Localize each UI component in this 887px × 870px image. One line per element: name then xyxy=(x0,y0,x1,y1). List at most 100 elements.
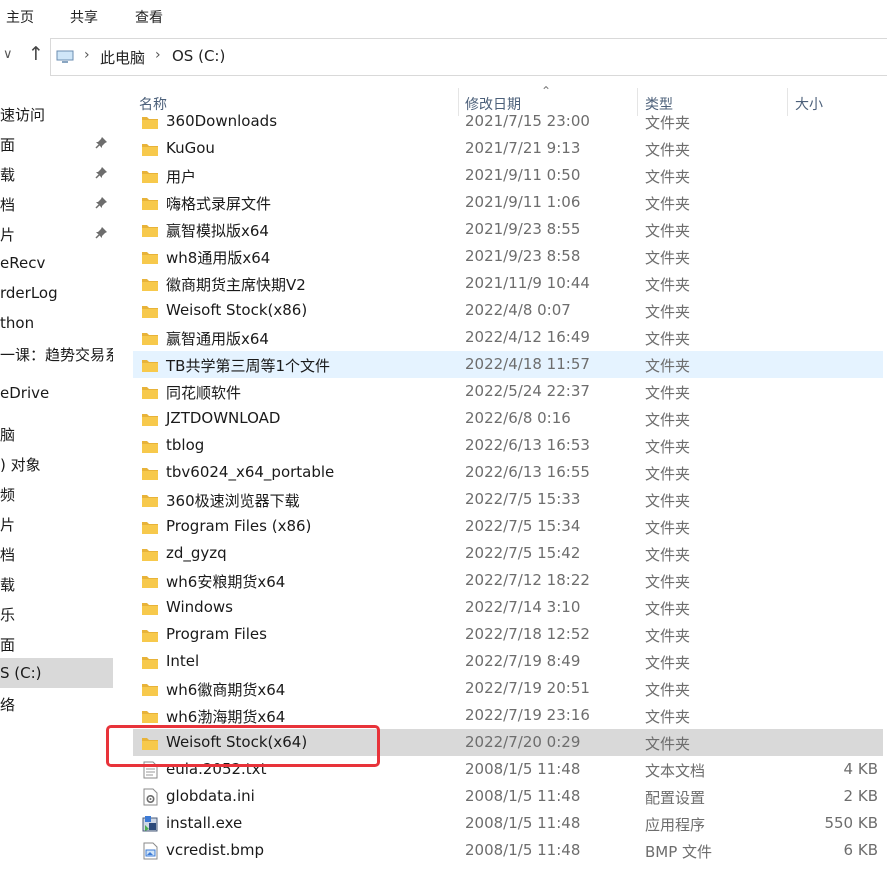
file-row[interactable]: Program Files 2022/7/18 12:52 文件夹 xyxy=(133,621,883,648)
sidebar-item[interactable]: 档 xyxy=(0,538,113,568)
folder-icon xyxy=(142,522,158,534)
breadcrumb-drive[interactable]: OS (C:) xyxy=(172,47,225,65)
sidebar-item[interactable]: 乐 xyxy=(0,598,113,628)
file-name: Program Files (x86) xyxy=(166,517,312,535)
file-type: 文件夹 xyxy=(645,735,691,753)
file-type: 文件夹 xyxy=(645,222,691,240)
sidebar-item[interactable]: 档 xyxy=(0,188,113,218)
file-size: 6 KB xyxy=(843,841,878,859)
sidebar-item[interactable]: 片 xyxy=(0,218,113,248)
file-row[interactable]: 用户 2021/9/11 0:50 文件夹 xyxy=(133,162,883,189)
folder-icon xyxy=(142,576,158,588)
file-row[interactable]: TB共学第三周等1个文件 2022/4/18 11:57 文件夹 xyxy=(133,351,883,378)
sidebar-item[interactable]: eDrive xyxy=(0,378,113,408)
file-row[interactable]: 赢智通用版x64 2022/4/12 16:49 文件夹 xyxy=(133,324,883,351)
file-date: 2022/6/8 0:16 xyxy=(465,409,571,427)
file-date: 2008/1/5 11:48 xyxy=(465,841,581,859)
chevron-right-icon[interactable]: › xyxy=(155,47,161,63)
file-name: wh8通用版x64 xyxy=(166,249,271,267)
file-name: install.exe xyxy=(166,814,243,832)
sidebar-item-label: 速访问 xyxy=(0,106,46,124)
file-type: 文件夹 xyxy=(645,546,691,564)
file-row[interactable]: eula.2052.txt 2008/1/5 11:48 文本文档 4 KB xyxy=(133,756,883,783)
file-row[interactable]: Weisoft Stock(x86) 2022/4/8 0:07 文件夹 xyxy=(133,297,883,324)
file-row[interactable]: wh8通用版x64 2021/9/23 8:58 文件夹 xyxy=(133,243,883,270)
file-row[interactable]: globdata.ini 2008/1/5 11:48 配置设置 2 KB xyxy=(133,783,883,810)
ribbon-tabs: 主页 共享 查看 xyxy=(0,0,887,32)
file-row[interactable]: 嗨格式录屏文件 2021/9/11 1:06 文件夹 xyxy=(133,189,883,216)
file-date: 2022/5/24 22:37 xyxy=(465,382,590,400)
file-type: 文件夹 xyxy=(645,303,691,321)
file-type: 文件夹 xyxy=(645,249,691,267)
recent-locations-chevron-down-icon[interactable]: ∨ xyxy=(3,47,13,62)
sidebar-item[interactable]: 面 xyxy=(0,628,113,658)
sidebar-item[interactable]: 一课：趋势交易系 xyxy=(0,338,113,368)
file-row[interactable]: 360极速浏览器下载 2022/7/5 15:33 文件夹 xyxy=(133,486,883,513)
file-row[interactable]: 同花顺软件 2022/5/24 22:37 文件夹 xyxy=(133,378,883,405)
sidebar-item[interactable]: eRecv xyxy=(0,248,113,278)
file-row[interactable]: tblog 2022/6/13 16:53 文件夹 xyxy=(133,432,883,459)
sidebar-item-label: 载 xyxy=(0,166,16,184)
sidebar-item[interactable]: 面 xyxy=(0,128,113,158)
sidebar-item[interactable]: 片 xyxy=(0,508,113,538)
file-row[interactable]: KuGou 2021/7/21 9:13 文件夹 xyxy=(133,135,883,162)
tab-share[interactable]: 共享 xyxy=(70,7,98,27)
file-row[interactable]: wh6渤海期货x64 2022/7/19 23:16 文件夹 xyxy=(133,702,883,729)
sidebar-item[interactable]: rderLog xyxy=(0,278,113,308)
up-arrow-icon[interactable]: ↑ xyxy=(28,43,44,65)
tab-home[interactable]: 主页 xyxy=(6,7,34,27)
sidebar-item[interactable]: S (C:) xyxy=(0,658,113,688)
file-row[interactable]: Windows 2022/7/14 3:10 文件夹 xyxy=(133,594,883,621)
file-date: 2008/1/5 11:48 xyxy=(465,814,581,832)
file-date: 2021/7/15 23:00 xyxy=(465,112,590,130)
sidebar-item-label: 片 xyxy=(0,226,16,244)
file-row[interactable]: vcredist.bmp 2008/1/5 11:48 BMP 文件 6 KB xyxy=(133,837,883,864)
file-name: globdata.ini xyxy=(166,787,255,805)
file-row[interactable]: 徽商期货主席快期V2 2021/11/9 10:44 文件夹 xyxy=(133,270,883,297)
folder-icon xyxy=(142,171,158,183)
file-row[interactable]: 赢智模拟版x64 2021/9/23 8:55 文件夹 xyxy=(133,216,883,243)
sidebar-item-label: 面 xyxy=(0,136,16,154)
sidebar-item[interactable]: 载 xyxy=(0,158,113,188)
sidebar-item[interactable]: 脑 xyxy=(0,418,113,448)
file-name: 同花顺软件 xyxy=(166,384,242,402)
file-row[interactable]: zd_gyzq 2022/7/5 15:42 文件夹 xyxy=(133,540,883,567)
file-row[interactable]: tbv6024_x64_portable 2022/6/13 16:55 文件夹 xyxy=(133,459,883,486)
file-row[interactable]: 360Downloads 2021/7/15 23:00 文件夹 xyxy=(133,108,883,135)
file-date: 2022/7/14 3:10 xyxy=(465,598,581,616)
folder-icon xyxy=(142,225,158,237)
chevron-right-icon[interactable]: › xyxy=(84,47,90,63)
folder-icon xyxy=(142,441,158,453)
file-date: 2022/6/13 16:55 xyxy=(465,463,590,481)
file-date: 2022/7/19 20:51 xyxy=(465,679,590,697)
file-row[interactable]: Weisoft Stock(x64) 2022/7/20 0:29 文件夹 xyxy=(133,729,883,756)
file-name: 徽商期货主席快期V2 xyxy=(166,276,306,294)
sidebar-item[interactable]: thon xyxy=(0,308,113,338)
sidebar-item[interactable]: 络 xyxy=(0,688,113,718)
sidebar-item[interactable]: 速访问 xyxy=(0,98,113,128)
file-row[interactable]: Program Files (x86) 2022/7/5 15:34 文件夹 xyxy=(133,513,883,540)
folder-icon xyxy=(142,306,158,318)
sidebar-item[interactable]: 频 xyxy=(0,478,113,508)
file-row[interactable]: install.exe 2008/1/5 11:48 应用程序 550 KB xyxy=(133,810,883,837)
tab-view[interactable]: 查看 xyxy=(135,7,163,27)
sidebar-item-label: 档 xyxy=(0,196,16,214)
file-size: 2 KB xyxy=(843,787,878,805)
file-name: eula.2052.txt xyxy=(166,760,267,778)
sidebar-item[interactable]: 载 xyxy=(0,568,113,598)
breadcrumb-this-pc[interactable]: 此电脑 xyxy=(100,47,145,68)
sidebar-item[interactable]: ) 对象 xyxy=(0,448,113,478)
file-type: 文件夹 xyxy=(645,357,691,375)
file-date: 2022/4/8 0:07 xyxy=(465,301,571,319)
folder-icon xyxy=(142,549,158,561)
file-name: tblog xyxy=(166,436,205,454)
file-name: 嗨格式录屏文件 xyxy=(166,195,272,213)
file-row[interactable]: wh6徽商期货x64 2022/7/19 20:51 文件夹 xyxy=(133,675,883,702)
file-name: Intel xyxy=(166,652,200,670)
file-row[interactable]: JZTDOWNLOAD 2022/6/8 0:16 文件夹 xyxy=(133,405,883,432)
folder-icon xyxy=(142,657,158,669)
file-row[interactable]: wh6安粮期货x64 2022/7/12 18:22 文件夹 xyxy=(133,567,883,594)
file-row[interactable]: Intel 2022/7/19 8:49 文件夹 xyxy=(133,648,883,675)
file-date: 2021/7/21 9:13 xyxy=(465,139,581,157)
address-bar[interactable]: › 此电脑 › OS (C:) xyxy=(50,38,887,76)
